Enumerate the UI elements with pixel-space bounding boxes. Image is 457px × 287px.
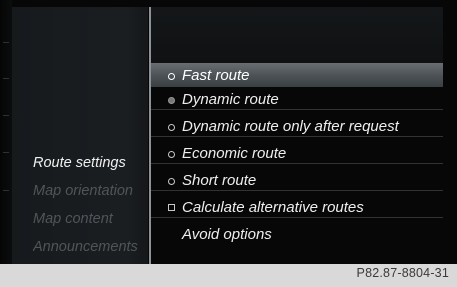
radio-unchecked-icon [168, 151, 175, 158]
edge-mark [3, 115, 9, 116]
menu-item-dynamic-route-after-request[interactable]: Dynamic route only after request [151, 116, 443, 137]
menu-item-label: Dynamic route only after request [182, 118, 399, 135]
menu-header-area [151, 7, 443, 63]
menu-item-label: Economic route [182, 145, 287, 162]
sidebar-item-map-orientation[interactable]: Map orientation [33, 183, 146, 199]
menu-item-fast-route[interactable]: Fast route [151, 63, 443, 87]
checkbox-unchecked-icon [168, 204, 175, 211]
menu-item-short-route[interactable]: Short route [151, 170, 443, 191]
menu-item-label: Fast route [182, 67, 250, 84]
menu-item-dynamic-route[interactable]: Dynamic route [151, 89, 443, 110]
menu-item-label: Calculate alternative routes [182, 199, 364, 216]
edge-mark [3, 190, 9, 191]
display-screen: Route settings Map orientation Map conte… [0, 0, 457, 264]
menu-item-label: Avoid options [182, 226, 272, 243]
radio-unchecked-icon [168, 178, 175, 185]
sidebar-item-route-settings[interactable]: Route settings [33, 155, 146, 171]
menu-item-avoid-options[interactable]: Avoid options [151, 224, 443, 245]
radio-unchecked-icon [168, 73, 175, 80]
radio-unchecked-icon [168, 124, 175, 131]
menu-item-economic-route[interactable]: Economic route [151, 143, 443, 164]
menu-item-alternative-routes[interactable]: Calculate alternative routes [151, 197, 443, 218]
menu-item-label: Short route [182, 172, 257, 189]
radio-checked-icon [168, 97, 175, 104]
edge-mark [3, 152, 9, 153]
edge-mark [3, 42, 9, 43]
figure-code: P82.87-8804-31 [356, 266, 449, 280]
menu-item-label: Dynamic route [182, 91, 279, 108]
left-edge [0, 0, 12, 264]
sidebar-item-announcements[interactable]: Announcements [33, 239, 146, 255]
edge-mark [3, 78, 9, 79]
sidebar-item-map-content[interactable]: Map content [33, 211, 146, 227]
